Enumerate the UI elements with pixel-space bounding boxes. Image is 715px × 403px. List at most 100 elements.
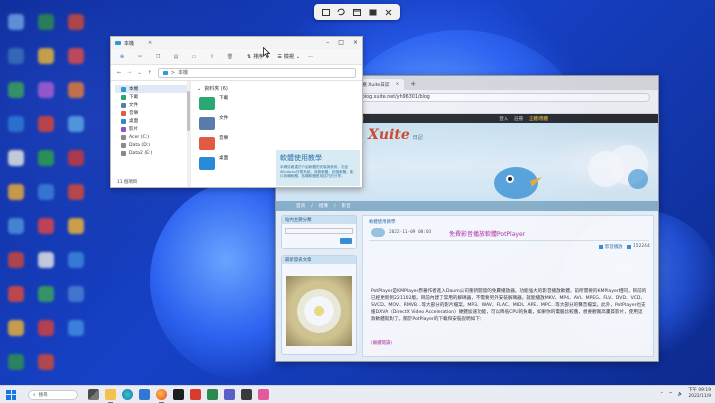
desktop-icon[interactable] xyxy=(68,252,84,268)
nav-item-this-pc[interactable]: 本機 xyxy=(115,85,190,93)
nav-item-drive-e[interactable]: Data2 (E:) xyxy=(115,149,190,157)
freeform-snip-button[interactable] xyxy=(335,6,347,18)
folder-downloads[interactable]: 下載 xyxy=(199,95,259,115)
blog-menu-item[interactable]: 首頁 xyxy=(296,203,305,209)
desktop-icon[interactable] xyxy=(8,354,24,370)
desktop-icon[interactable] xyxy=(68,82,84,98)
share-icon[interactable]: ⇪ xyxy=(207,52,217,62)
app-taskbar-icon[interactable] xyxy=(241,389,252,400)
post-title[interactable]: 免費影音播放軟體PotPlayer xyxy=(449,229,525,238)
cut-icon[interactable]: ✂ xyxy=(135,52,145,62)
nav-pane-scrollbar[interactable] xyxy=(187,81,190,187)
snipping-tool-taskbar-icon[interactable] xyxy=(258,389,269,400)
desktop-icon[interactable] xyxy=(38,320,54,336)
close-tab-icon[interactable]: × xyxy=(148,40,152,46)
copy-icon[interactable]: ❐ xyxy=(153,52,163,62)
close-snip-button[interactable] xyxy=(382,6,394,18)
desktop-icon[interactable] xyxy=(68,116,84,132)
minimize-icon[interactable]: – xyxy=(326,39,329,46)
xuite-logo[interactable]: Xuite 日記 xyxy=(368,127,423,143)
desktop-icon[interactable] xyxy=(68,184,84,200)
desktop-icon[interactable] xyxy=(68,218,84,234)
store-taskbar-icon[interactable] xyxy=(139,389,150,400)
url-bar[interactable]: 🔒 https://blog.xuite.net/yh96301/blog xyxy=(328,92,650,102)
desktop-icon[interactable] xyxy=(8,184,24,200)
desktop-icon[interactable] xyxy=(38,150,54,166)
nav-item-videos[interactable]: 影片 xyxy=(115,125,190,133)
nav-item-music[interactable]: 音樂 xyxy=(115,109,190,117)
rename-icon[interactable]: ▭ xyxy=(189,52,199,62)
desktop-icon[interactable] xyxy=(38,184,54,200)
paste-icon[interactable]: ▤ xyxy=(171,52,181,62)
desktop-icon[interactable] xyxy=(38,218,54,234)
blog-nav-item[interactable]: 登入 xyxy=(499,116,508,122)
start-button[interactable] xyxy=(6,389,16,400)
desktop-icon[interactable] xyxy=(68,150,84,166)
category-go-button[interactable] xyxy=(340,238,352,244)
chevron-up-icon[interactable]: ⌃ xyxy=(660,392,664,397)
desktop-icon[interactable] xyxy=(38,354,54,370)
desktop-icon[interactable] xyxy=(38,82,54,98)
category-select[interactable] xyxy=(285,228,353,234)
desktop-icon[interactable] xyxy=(38,116,54,132)
desktop-icon[interactable] xyxy=(8,48,24,64)
chevron-down-icon[interactable]: ⌄ xyxy=(137,70,141,76)
desktop-icon[interactable] xyxy=(8,14,24,30)
desktop-icon[interactable] xyxy=(38,14,54,30)
desktop-icon[interactable] xyxy=(8,82,24,98)
desktop-icon[interactable] xyxy=(68,48,84,64)
task-view-icon[interactable] xyxy=(88,389,99,400)
desktop-icon[interactable] xyxy=(8,320,24,336)
view-button[interactable]: ☰ 檢視 ⌄ xyxy=(277,53,300,61)
window-snip-button[interactable] xyxy=(351,6,363,18)
fullscreen-snip-button[interactable] xyxy=(367,6,379,18)
desktop-icon[interactable] xyxy=(68,286,84,302)
blog-nav-item[interactable]: 註冊 xyxy=(514,116,523,122)
blog-nav-item[interactable]: 正體/簡體 xyxy=(529,116,548,122)
folder-music[interactable]: 音樂 xyxy=(199,135,259,155)
desktop-icon[interactable] xyxy=(68,320,84,336)
more-options-icon[interactable]: ··· xyxy=(308,54,313,60)
nav-item-drive-c[interactable]: Acer (C:) xyxy=(115,133,190,141)
forward-icon[interactable]: → xyxy=(127,70,131,76)
network-icon[interactable]: ⌔ xyxy=(669,391,673,397)
blog-title[interactable]: 軟體使用教學 xyxy=(280,153,356,163)
nav-item-desktop[interactable]: 桌面 xyxy=(115,117,190,125)
new-tab-icon[interactable]: + xyxy=(410,80,416,88)
folders-group-header[interactable]: ⌄ 資料夾 (6) xyxy=(197,85,356,93)
folder-documents[interactable]: 文件 xyxy=(199,115,259,135)
app-taskbar-icon[interactable] xyxy=(224,389,235,400)
read-more-link[interactable]: (繼續閱讀) xyxy=(371,340,392,346)
app-taskbar-icon[interactable] xyxy=(207,389,218,400)
volume-icon[interactable]: 🔈 xyxy=(678,392,683,397)
blog-menu-item[interactable]: 影音 xyxy=(342,203,351,209)
taskbar-clock[interactable]: 下午 09:19 2022/11/9 xyxy=(688,388,711,400)
nav-item-drive-d[interactable]: Data (D:) xyxy=(115,141,190,149)
tab-close-icon[interactable]: × xyxy=(395,82,399,87)
back-icon[interactable]: ← xyxy=(117,70,121,76)
blog-menu-item[interactable]: 相簿 xyxy=(319,203,328,209)
close-icon[interactable]: × xyxy=(353,39,358,46)
nav-item-downloads[interactable]: 下載 xyxy=(115,93,190,101)
flower-thumbnail-image[interactable] xyxy=(286,276,352,346)
edge-taskbar-icon[interactable] xyxy=(122,389,133,400)
up-icon[interactable]: ↑ xyxy=(148,70,152,76)
firefox-taskbar-icon[interactable] xyxy=(156,389,167,403)
taskbar-search[interactable]: ⌕ 搜尋 xyxy=(28,389,78,400)
app-taskbar-icon[interactable] xyxy=(190,389,201,400)
desktop-icon[interactable] xyxy=(8,252,24,268)
desktop-icon[interactable] xyxy=(68,14,84,30)
desktop-icon[interactable] xyxy=(8,150,24,166)
folder-desktop[interactable]: 桌面 xyxy=(199,155,259,175)
desktop-icon[interactable] xyxy=(8,218,24,234)
new-item-icon[interactable]: ⊕ xyxy=(117,52,127,62)
post-top-link[interactable]: 軟體使用教學 xyxy=(369,219,395,225)
desktop-icon[interactable] xyxy=(38,48,54,64)
delete-icon[interactable]: 🗑 xyxy=(225,52,235,62)
scrollbar-thumb[interactable] xyxy=(187,91,190,131)
rectangle-snip-button[interactable] xyxy=(320,6,332,18)
app-taskbar-icon[interactable] xyxy=(173,389,184,400)
explorer-title-bar[interactable]: 本機 × – □ × xyxy=(111,37,362,49)
desktop-icon[interactable] xyxy=(38,252,54,268)
desktop-icon[interactable] xyxy=(8,116,24,132)
